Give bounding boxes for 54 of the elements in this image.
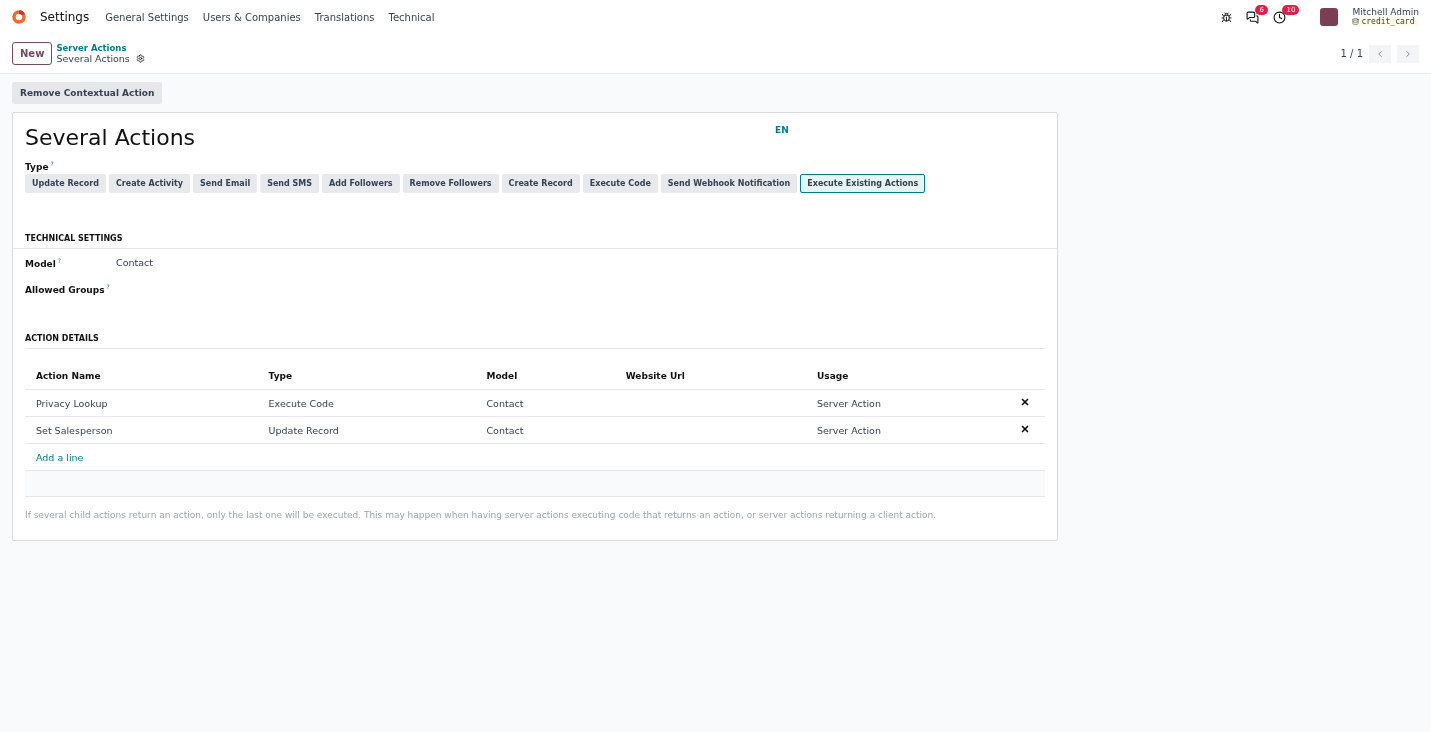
- delete-icon[interactable]: [1020, 397, 1030, 408]
- column-header: Usage: [806, 363, 1009, 390]
- table-cell: Privacy Lookup: [25, 389, 258, 417]
- table-cell: Contact: [475, 389, 615, 417]
- language-button[interactable]: EN: [775, 125, 789, 135]
- menu-item[interactable]: Technical: [388, 11, 435, 23]
- column-header: Type: [257, 363, 476, 390]
- table-cell: Update Record: [257, 416, 476, 444]
- gear-icon[interactable]: [135, 54, 145, 63]
- menu-item[interactable]: Translations: [314, 11, 375, 23]
- field-label: Allowed Groups: [25, 285, 105, 296]
- type-option[interactable]: Add Followers: [322, 174, 400, 194]
- delete-icon[interactable]: [1020, 424, 1030, 435]
- type-option[interactable]: Create Activity: [108, 174, 191, 194]
- app-name: Settings: [40, 10, 90, 24]
- add-line-link[interactable]: Add a line: [36, 451, 84, 463]
- menu-item[interactable]: General Settings: [105, 11, 189, 23]
- avatar[interactable]: [1320, 8, 1339, 26]
- pager-value: 1 / 1: [1340, 48, 1363, 59]
- table-cell: Set Salesperson: [25, 416, 258, 444]
- chat-icon[interactable]: [1246, 10, 1260, 24]
- type-option[interactable]: Execute Code: [582, 174, 658, 194]
- type-option[interactable]: Update Record: [25, 174, 106, 194]
- breadcrumb-current: Several Actions: [56, 53, 130, 64]
- field-label: Type: [25, 162, 49, 173]
- field-value: Contact: [116, 257, 153, 271]
- column-header: Action Name: [25, 363, 258, 390]
- database-icon: [1352, 18, 1360, 26]
- column-header: Model: [475, 363, 615, 390]
- section-heading: TECHNICAL SETTINGS: [13, 229, 1057, 250]
- type-option[interactable]: Remove Followers: [402, 174, 499, 194]
- user-name: Mitchell Admin: [1352, 7, 1419, 17]
- table-cell: Server Action: [806, 416, 1009, 444]
- table-cell: Execute Code: [257, 389, 476, 417]
- new-button[interactable]: New: [12, 42, 53, 65]
- action-button[interactable]: Remove Contextual Action: [12, 82, 163, 104]
- record-title: Several Actions: [25, 125, 197, 150]
- database-name: credit_card: [1352, 17, 1419, 27]
- type-option[interactable]: Create Record: [501, 174, 580, 194]
- bug-icon[interactable]: [1221, 11, 1233, 23]
- breadcrumb-link[interactable]: Server Actions: [56, 43, 145, 53]
- type-option[interactable]: Send Email: [193, 174, 258, 194]
- table-cell: Contact: [475, 416, 615, 444]
- menu-item[interactable]: Users & Companies: [202, 11, 301, 23]
- app-logo-icon: [12, 10, 26, 24]
- help-text: If several child actions return an action, only the last one will be executed. This may happen when having server actions executing code that returns an action, or server actions returning a client action.: [25, 510, 938, 521]
- column-header: Website Url: [614, 363, 806, 390]
- table-cell: Server Action: [806, 389, 1009, 417]
- section-heading: ACTION DETAILS: [25, 329, 1045, 350]
- field-label: Model: [25, 259, 56, 270]
- type-option[interactable]: Send Webhook Notification: [660, 174, 798, 194]
- type-option[interactable]: Send SMS: [260, 174, 320, 194]
- clock-icon[interactable]: [1273, 10, 1287, 24]
- type-option[interactable]: Execute Existing Actions: [800, 174, 926, 194]
